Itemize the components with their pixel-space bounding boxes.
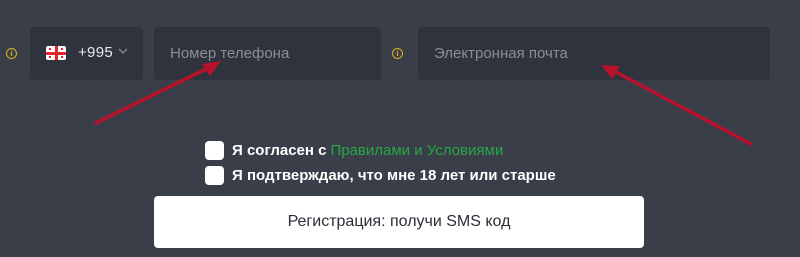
country-code: +995	[78, 44, 113, 61]
terms-link[interactable]: Правилами и Условиями	[330, 142, 503, 159]
terms-checkbox[interactable]	[205, 141, 224, 160]
country-code-select[interactable]: +995	[30, 27, 143, 80]
phone-field[interactable]	[154, 27, 381, 80]
email-input[interactable]	[418, 27, 770, 80]
email-field[interactable]	[418, 27, 770, 80]
phone-input[interactable]	[154, 27, 381, 80]
info-icon[interactable]: i	[6, 48, 17, 59]
terms-consent-row: Я согласен с Правилами и Условиями	[205, 141, 503, 160]
chevron-down-icon	[118, 48, 128, 54]
register-sms-button[interactable]: Регистрация: получи SMS код	[154, 196, 644, 248]
georgia-flag-icon	[46, 46, 66, 60]
terms-label: Я согласен с	[232, 142, 327, 159]
age-checkbox[interactable]	[205, 166, 224, 185]
info-icon[interactable]: i	[392, 48, 403, 59]
age-consent-row: Я подтверждаю, что мне 18 лет или старше	[205, 166, 556, 185]
age-label: Я подтверждаю, что мне 18 лет или старше	[232, 167, 556, 184]
